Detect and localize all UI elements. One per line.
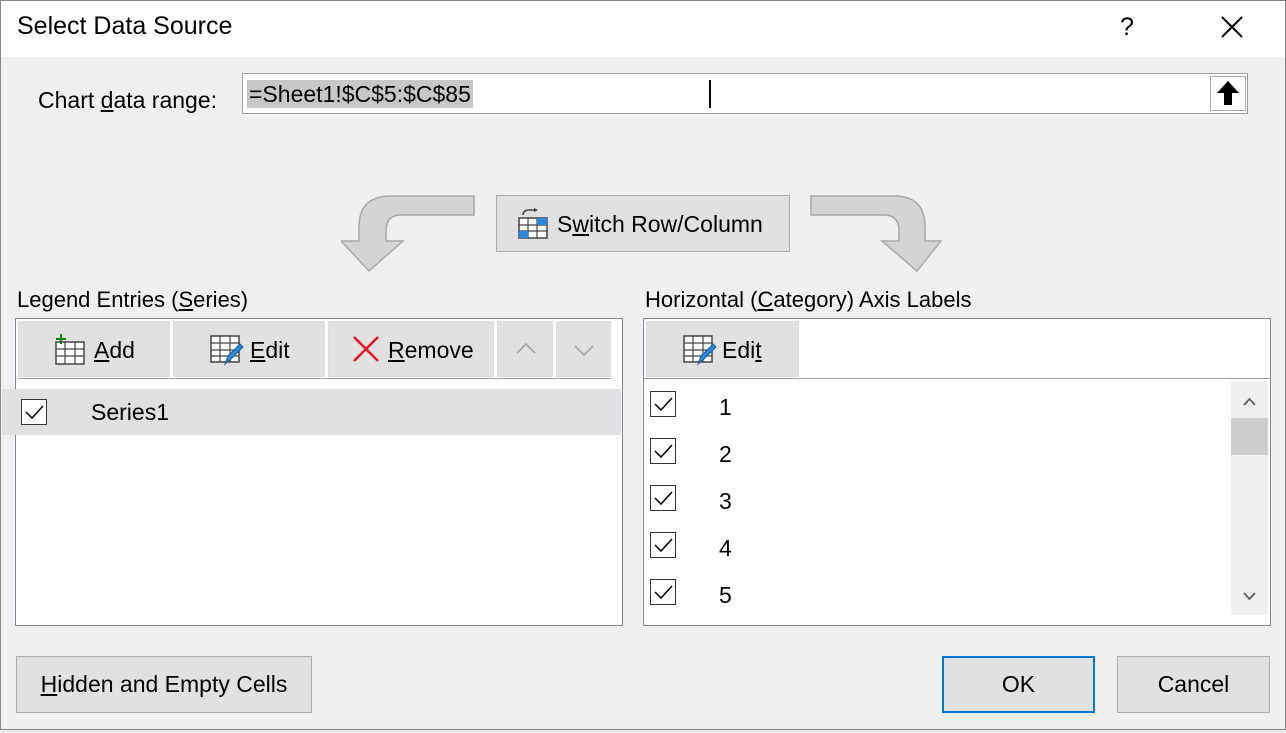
add-series-label: Add <box>94 337 135 363</box>
ok-button[interactable]: OK <box>942 656 1095 713</box>
category-checkbox[interactable] <box>650 438 676 464</box>
text-caret <box>709 80 711 108</box>
legend-toolbar-divider <box>18 378 611 379</box>
category-label: 5 <box>719 582 732 608</box>
remove-icon <box>353 336 379 362</box>
category-label: 1 <box>719 394 732 420</box>
edit-axis-labels-label: Edit <box>722 337 762 363</box>
switch-row-column-icon <box>518 208 548 239</box>
remove-series-button[interactable]: Remove <box>328 321 494 377</box>
category-scrollbar[interactable] <box>1231 381 1268 615</box>
checkmark-icon <box>654 397 673 412</box>
curved-arrow-right-icon <box>810 195 943 273</box>
axis-labels-label: Horizontal (Category) Axis Labels <box>645 287 972 312</box>
cancel-button[interactable]: Cancel <box>1117 656 1270 713</box>
curved-arrow-left-icon <box>341 195 475 273</box>
chevron-down-icon <box>574 345 594 357</box>
chart-data-range-input[interactable]: =Sheet1!$C$5:$C$85 <box>242 73 1248 114</box>
checkmark-icon <box>654 444 673 459</box>
edit-series-button[interactable]: Edit <box>173 321 325 377</box>
chart-data-range-label: Chart data range: <box>38 87 218 113</box>
chevron-up-icon <box>516 342 536 354</box>
series-name: Series1 <box>91 399 169 425</box>
edit-axis-labels-button[interactable]: Edit <box>646 321 799 377</box>
edit-series-label: Edit <box>250 337 290 363</box>
scroll-down-button[interactable] <box>1231 581 1268 611</box>
scrollbar-thumb[interactable] <box>1231 418 1268 455</box>
checkmark-icon <box>654 538 673 553</box>
category-checkbox[interactable] <box>650 579 676 605</box>
category-checkbox[interactable] <box>650 391 676 417</box>
chevron-up-icon <box>1243 397 1256 406</box>
select-data-source-dialog: Select Data Source ? Chart data range: =… <box>0 0 1286 730</box>
switch-row-column-label: Switch Row/Column <box>557 211 763 237</box>
title-bar: Select Data Source ? <box>1 1 1285 57</box>
up-arrow-icon <box>1217 81 1239 105</box>
remove-series-label: Remove <box>388 337 474 363</box>
series-checkbox[interactable] <box>21 399 47 425</box>
chart-data-range-value: =Sheet1!$C$5:$C$85 <box>247 80 473 108</box>
scroll-up-button[interactable] <box>1231 385 1268 415</box>
switch-row-column-button[interactable]: Switch Row/Column <box>496 195 790 252</box>
add-series-button[interactable]: Add <box>18 321 170 377</box>
edit-series-icon <box>210 335 244 366</box>
collapse-dialog-button[interactable] <box>1210 76 1246 111</box>
hidden-empty-cells-button[interactable]: Hidden and Empty Cells <box>16 656 312 713</box>
checkmark-icon <box>654 585 673 600</box>
legend-entries-label: Legend Entries (Series) <box>17 287 249 312</box>
category-label: 2 <box>719 441 732 467</box>
move-down-button[interactable] <box>556 321 611 377</box>
checkmark-icon <box>654 491 673 506</box>
dialog-title: Select Data Source <box>17 12 233 40</box>
close-button[interactable] <box>1207 5 1255 49</box>
move-up-button[interactable] <box>497 321 553 377</box>
axis-toolbar-divider <box>644 378 1270 379</box>
help-button[interactable]: ? <box>1105 5 1149 49</box>
chevron-down-icon <box>1243 592 1256 601</box>
category-checkbox[interactable] <box>650 485 676 511</box>
category-checkbox[interactable] <box>650 532 676 558</box>
category-label: 3 <box>719 488 732 514</box>
close-icon <box>1221 16 1243 38</box>
checkmark-icon <box>25 405 44 420</box>
category-label: 4 <box>719 535 732 561</box>
edit-axis-icon <box>683 335 717 366</box>
add-series-icon <box>55 334 85 365</box>
